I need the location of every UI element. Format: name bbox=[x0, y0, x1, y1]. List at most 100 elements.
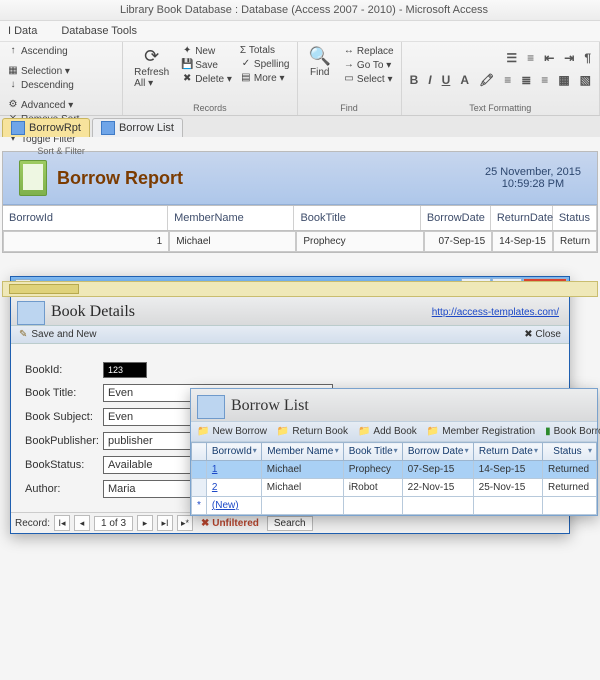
table-row[interactable]: 1 Michael Prophecy 07-Sep-15 14-Sep-15 R… bbox=[192, 461, 597, 479]
fill-button[interactable]: ▧ bbox=[577, 72, 594, 88]
cell-book[interactable]: iRobot bbox=[343, 479, 402, 497]
sort-asc-button[interactable]: ↑Ascending bbox=[5, 44, 70, 58]
col-booktitle: BookTitle bbox=[294, 206, 420, 230]
gcol-status[interactable]: Status▾ bbox=[542, 443, 596, 461]
cell-id-link[interactable]: 1 bbox=[212, 464, 218, 475]
dropdown-icon[interactable]: ▾ bbox=[253, 446, 257, 455]
dropdown-icon[interactable]: ▾ bbox=[394, 446, 398, 455]
find-button[interactable]: 🔍Find bbox=[303, 44, 337, 86]
field-bookid[interactable]: 123 bbox=[103, 362, 147, 378]
cell-borrowdate[interactable]: 07-Sep-15 bbox=[402, 461, 473, 479]
delete-record-button[interactable]: ✖Delete ▾ bbox=[179, 72, 234, 86]
book-borrow-label: Book Borrow bbox=[554, 426, 600, 437]
ltr-icon[interactable]: ¶ bbox=[581, 50, 594, 66]
new-borrow-button[interactable]: 📁New Borrow bbox=[197, 426, 267, 437]
save-record-button[interactable]: 💾Save bbox=[179, 58, 234, 72]
goto-button[interactable]: →Go To ▾ bbox=[341, 58, 396, 72]
book-borrow-button[interactable]: ▮Book Borrow bbox=[545, 426, 600, 437]
row-selector-header[interactable] bbox=[192, 443, 207, 461]
find-group-label: Find bbox=[303, 103, 396, 113]
gcol-booktitle[interactable]: Book Title▾ bbox=[343, 443, 402, 461]
dropdown-icon[interactable]: ▾ bbox=[335, 446, 339, 455]
select-icon: ▭ bbox=[343, 73, 355, 85]
bullets-icon[interactable]: ☰ bbox=[503, 50, 520, 66]
dropdown-icon[interactable]: ▾ bbox=[534, 446, 538, 455]
font-color-button[interactable]: A bbox=[457, 72, 472, 88]
new-record-button[interactable]: ✦New bbox=[179, 44, 234, 58]
find-icon: 🔍 bbox=[309, 46, 331, 67]
borrow-list-grid[interactable]: BorrowId▾ Member Name▾ Book Title▾ Borro… bbox=[191, 442, 597, 515]
report-row[interactable]: 1 Michael Prophecy 07-Sep-15 14-Sep-15 R… bbox=[3, 231, 597, 252]
nav-first-button[interactable]: I◂ bbox=[54, 515, 70, 531]
align-center-button[interactable]: ≣ bbox=[518, 72, 534, 88]
record-position[interactable]: 1 of 3 bbox=[94, 516, 133, 531]
nav-next-button[interactable]: ▸ bbox=[137, 515, 153, 531]
horizontal-scrollbar[interactable] bbox=[2, 281, 598, 297]
align-right-button[interactable]: ≡ bbox=[538, 72, 551, 88]
sort-desc-button[interactable]: ↓Descending bbox=[5, 78, 76, 92]
numbering-icon[interactable]: ≡ bbox=[524, 50, 537, 66]
row-selector[interactable] bbox=[192, 479, 207, 497]
cell-returndate[interactable]: 14-Sep-15 bbox=[473, 461, 542, 479]
nav-new-button[interactable]: ▸* bbox=[177, 515, 193, 531]
gcol-borrowid[interactable]: BorrowId▾ bbox=[206, 443, 261, 461]
label-booktitle: Book Title: bbox=[25, 387, 95, 399]
gridlines-button[interactable]: ▦ bbox=[555, 72, 572, 88]
highlight-button[interactable]: 🖍 bbox=[476, 72, 497, 88]
more-button[interactable]: ▤More ▾ bbox=[238, 71, 292, 85]
gcol-membername[interactable]: Member Name▾ bbox=[261, 443, 343, 461]
ribbon-tab-dbtools[interactable]: Database Tools bbox=[61, 23, 137, 39]
refresh-all-button[interactable]: ⟳Refresh All ▾ bbox=[128, 44, 175, 91]
advanced-button[interactable]: ⚙Advanced ▾ bbox=[5, 98, 75, 112]
cell-book[interactable]: Prophecy bbox=[343, 461, 402, 479]
align-left-button[interactable]: ≡ bbox=[501, 72, 514, 88]
row-selector[interactable] bbox=[192, 461, 207, 479]
italic-button[interactable]: I bbox=[425, 72, 434, 88]
underline-button[interactable]: U bbox=[439, 72, 454, 88]
dropdown-icon[interactable]: ▾ bbox=[588, 446, 592, 455]
book-details-header: Book Details http://access-templates.com… bbox=[11, 297, 569, 325]
nav-prev-button[interactable]: ◂ bbox=[74, 515, 90, 531]
borrow-list-window: Borrow List 📁New Borrow 📁Return Book 📁Ad… bbox=[190, 388, 598, 516]
gcol-returndate[interactable]: Return Date▾ bbox=[473, 443, 542, 461]
indent-right-icon[interactable]: ⇥ bbox=[561, 50, 577, 66]
cell-borrowdate[interactable]: 22-Nov-15 bbox=[402, 479, 473, 497]
replace-button[interactable]: ↔Replace bbox=[341, 44, 396, 58]
tab-borrowlist[interactable]: Borrow List bbox=[92, 118, 183, 137]
table-row[interactable]: 2 Michael iRobot 22-Nov-15 25-Nov-15 Ret… bbox=[192, 479, 597, 497]
search-box[interactable]: Search bbox=[267, 516, 313, 531]
cell-member[interactable]: Michael bbox=[261, 479, 343, 497]
indent-left-icon[interactable]: ⇤ bbox=[541, 50, 557, 66]
return-book-button[interactable]: 📁Return Book bbox=[277, 426, 348, 437]
record-label: Record: bbox=[15, 518, 50, 529]
cell-id-link[interactable]: 2 bbox=[212, 482, 218, 493]
selection-button[interactable]: ▦Selection ▾ bbox=[5, 64, 72, 78]
add-book-button[interactable]: 📁Add Book bbox=[358, 426, 417, 437]
new-row[interactable]: * (New) bbox=[192, 497, 597, 515]
close-form-button[interactable]: ✖ Close bbox=[524, 329, 561, 340]
cell-status[interactable]: Returned bbox=[542, 479, 596, 497]
tab-borrowrpt[interactable]: BorrowRpt bbox=[2, 118, 90, 137]
bold-button[interactable]: B bbox=[407, 72, 422, 88]
dropdown-icon[interactable]: ▾ bbox=[465, 446, 469, 455]
cell-status[interactable]: Returned bbox=[542, 461, 596, 479]
book-icon: ▮ bbox=[545, 426, 551, 437]
ribbon-tab-data[interactable]: I Data bbox=[8, 23, 37, 39]
scrollbar-thumb[interactable] bbox=[9, 284, 79, 294]
nav-last-button[interactable]: ▸I bbox=[157, 515, 173, 531]
select-label: Select ▾ bbox=[357, 74, 393, 85]
gcol-borrowdate[interactable]: Borrow Date▾ bbox=[402, 443, 473, 461]
save-and-new-button[interactable]: ✎Save and New bbox=[19, 329, 96, 340]
template-link[interactable]: http://access-templates.com/ bbox=[432, 307, 559, 318]
totals-button[interactable]: Σ Totals bbox=[238, 44, 292, 57]
member-registration-button[interactable]: 📁Member Registration bbox=[427, 426, 535, 437]
unfiltered-indicator[interactable]: ✖ Unfiltered bbox=[201, 518, 259, 529]
report-view: Borrow Report 25 November, 2015 10:59:28… bbox=[2, 151, 598, 253]
book-details-title: Book Details bbox=[51, 303, 135, 321]
spelling-button[interactable]: ✓Spelling bbox=[238, 57, 292, 71]
cell-returndate[interactable]: 25-Nov-15 bbox=[473, 479, 542, 497]
cell-member[interactable]: Michael bbox=[261, 461, 343, 479]
select-button[interactable]: ▭Select ▾ bbox=[341, 72, 396, 86]
folder-icon: 📁 bbox=[277, 426, 289, 437]
new-link[interactable]: (New) bbox=[212, 500, 239, 511]
